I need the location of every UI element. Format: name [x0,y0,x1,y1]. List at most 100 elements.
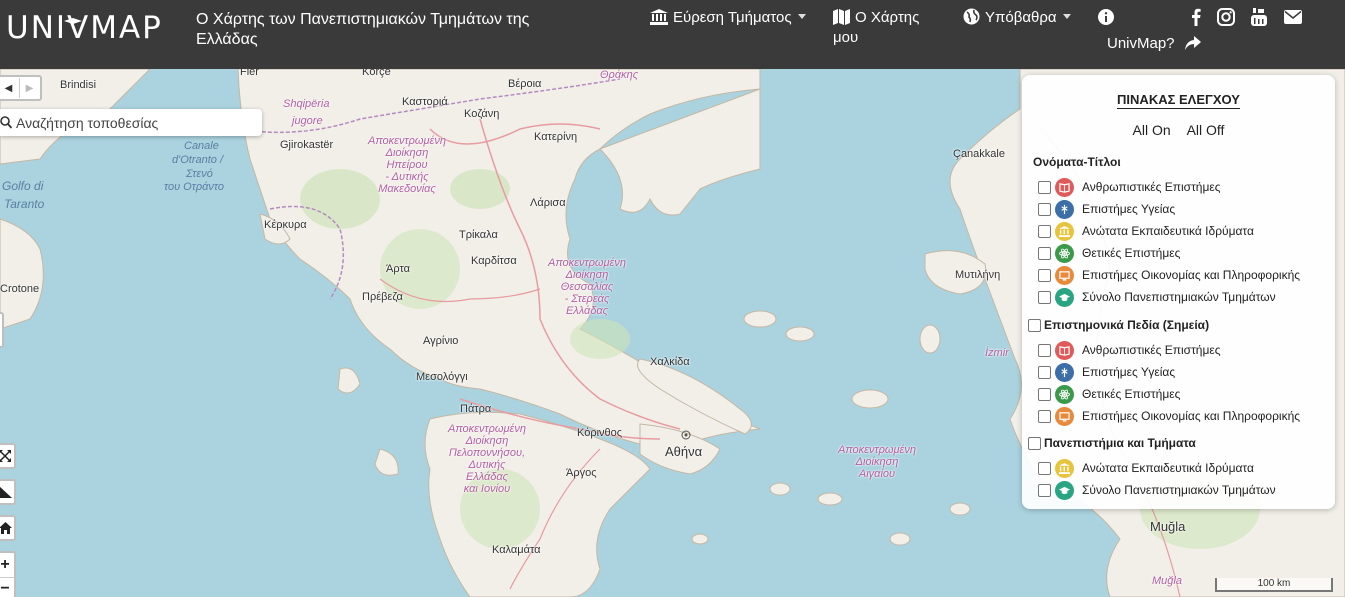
layer-label: Ανώτατα Εκπαιδευτικά Ιδρύματα [1082,224,1254,238]
map-label-chalkida: Χαλκίδα [650,356,690,368]
institution-icon [650,9,668,25]
layer-row[interactable]: Ανώτατα Εκπαιδευτικά Ιδρύματα [1038,458,1254,478]
map-label-mesolongi: Μεσολόγγι [416,371,468,383]
ruler-icon [0,487,12,498]
layer-label: Θετικές Επιστήμες [1082,387,1181,401]
layer-row[interactable]: Επιστήμες Οικονομίας και Πληροφορικής [1038,406,1301,426]
map-label-region-aigaiou: Αποκεντρωμένη Διοίκηση Αιγαίου [838,444,916,480]
map-label-golfo: Golfo di [2,179,44,193]
book-icon [1055,177,1074,197]
health-icon [1055,199,1074,219]
layer-label: Επιστήμες Υγείας [1082,202,1176,216]
layer-row[interactable]: Θετικές Επιστήμες [1038,384,1181,404]
expand-icon [0,450,11,462]
map-label-region-thessalia: Αποκεντρωμένη Διοίκηση Θεσσαλίας - Στερε… [548,257,626,317]
layer-row[interactable]: Επιστήμες Οικονομίας και Πληροφορικής [1038,265,1300,285]
basemaps-dropdown[interactable]: Υπόβαθρα [963,8,1071,28]
layer-label: Επιστήμες Οικονομίας και Πληροφορικής [1082,409,1301,423]
side-panel-toggle[interactable] [0,312,4,348]
basemaps-label: Υπόβαθρα [985,9,1057,26]
map-label-kalamata: Καλαμάτα [492,544,541,556]
home-extent-button[interactable] [0,515,16,541]
map-label-patra: Πάτρα [460,403,492,415]
graduation-cap-icon [1055,480,1074,500]
layer-label: Ανθρωπιστικές Επιστήμες [1082,180,1221,194]
control-panel: ΠΙΝΑΚΑΣ ΕΛΕΓΧΟΥ All On All Off Ονόματα-Τ… [1022,75,1335,509]
map-label-kerkyra: Κέρκυρα [264,219,307,231]
map-icon [833,9,850,25]
panel-section-heading-2[interactable]: Επιστημονικά Πεδία (Σημεία) [1028,318,1209,332]
layer-row[interactable]: Σύνολο Πανεπιστημιακών Τμημάτων [1038,480,1276,500]
atom-icon [1055,384,1074,404]
layer-checkbox[interactable] [1038,365,1051,379]
layer-checkbox[interactable] [1038,483,1051,497]
layer-checkbox[interactable] [1038,224,1051,238]
youtube-icon[interactable] [1249,7,1269,27]
layer-row[interactable]: Ανθρωπιστικές Επιστήμες [1038,177,1221,197]
layer-row[interactable]: Θετικές Επιστήμες [1038,243,1180,263]
layer-row[interactable]: Επιστήμες Υγείας [1038,199,1176,219]
layer-row[interactable]: Ανώτατα Εκπαιδευτικά Ιδρύματα [1038,221,1254,241]
graduation-cap-icon [64,18,82,24]
map-label-shqiperia: Shqipëria [283,98,330,110]
zoom-out-icon[interactable]: − [0,577,14,597]
location-search-box [0,109,262,136]
scale-bar: 100 km [1215,578,1333,592]
all-on-link[interactable]: All On [1133,122,1171,138]
univmap-logo[interactable]: UNIVMAP [6,10,163,46]
about-label: UnivMap? [1107,35,1175,52]
my-map-link[interactable]: Ο Χάρτης μου [833,8,943,48]
location-search-input[interactable] [16,113,246,133]
about-univmap-link[interactable]: UnivMap? [1107,34,1201,54]
email-icon[interactable] [1283,7,1303,27]
layer-checkbox[interactable] [1038,180,1051,194]
section-checkbox[interactable] [1028,436,1041,450]
map-label-athina: Αθήνα [665,444,703,459]
map-label-mytilini: Μυτιλήνη [955,269,1001,281]
layer-checkbox[interactable] [1038,246,1051,260]
layer-row[interactable]: Ανθρωπιστικές Επιστήμες [1038,340,1221,360]
info-icon [1098,9,1114,25]
map-label-mugla-2: Muğla [1152,575,1182,587]
layer-checkbox[interactable] [1038,268,1051,282]
find-department-dropdown[interactable]: Εύρεση Τμήματος [650,8,806,28]
zoom-in-icon[interactable]: + [0,553,9,577]
map-label-veroia: Βέροια [508,78,542,90]
layer-checkbox[interactable] [1038,290,1051,304]
layer-checkbox[interactable] [1038,343,1051,357]
share-icon [1184,36,1201,50]
instagram-icon[interactable] [1216,7,1236,27]
layer-checkbox[interactable] [1038,387,1051,401]
map-label-korce: Korçe [362,69,391,78]
all-off-link[interactable]: All Off [1187,122,1225,138]
section-checkbox[interactable] [1028,318,1041,332]
about-link[interactable] [1098,8,1119,28]
map-label-argos: Άργος [566,467,597,479]
map-label-katerini: Κατερίνη [534,131,578,143]
panel-section-heading-3[interactable]: Πανεπιστήμια και Τμήματα [1028,436,1196,450]
map-label-trikala: Τρίκαλα [459,229,498,241]
map-label-brindisi: Brindisi [60,79,97,91]
layer-row[interactable]: Σύνολο Πανεπιστημιακών Τμημάτων [1038,287,1276,307]
map-label-arta: Άρτα [386,263,410,275]
fullscreen-button[interactable] [0,443,16,469]
graduation-cap-icon [1055,287,1074,307]
measure-button[interactable] [0,479,16,505]
forward-arrow-icon[interactable]: ▶ [20,83,40,94]
computer-icon [1055,265,1074,285]
layer-checkbox[interactable] [1038,202,1051,216]
facebook-icon[interactable] [1186,7,1206,27]
map-label-region-ipeiros: Αποκεντρωμένη Διοίκηση Ηπείρου - Δυτικής… [368,135,446,195]
panel-section-heading-1: Ονόματα-Τίτλοι [1033,155,1121,169]
find-department-label: Εύρεση Τμήματος [673,9,792,26]
map-label-region-peloponnisos: Αποκεντρωμένη Διοίκηση Πελοποννήσου, Δυτ… [448,423,526,495]
zoom-control: + − [0,551,16,597]
history-nav-control: ◀ ▶ [0,75,42,101]
layer-checkbox[interactable] [1038,461,1051,475]
map-label-karditsa: Καρδίτσα [471,255,517,267]
layer-row[interactable]: Επιστήμες Υγείας [1038,362,1175,382]
map-label-mugla: Muğla [1150,519,1186,534]
layer-label: Ανθρωπιστικές Επιστήμες [1082,343,1221,357]
layer-checkbox[interactable] [1038,409,1051,423]
back-arrow-icon[interactable]: ◀ [0,83,19,94]
